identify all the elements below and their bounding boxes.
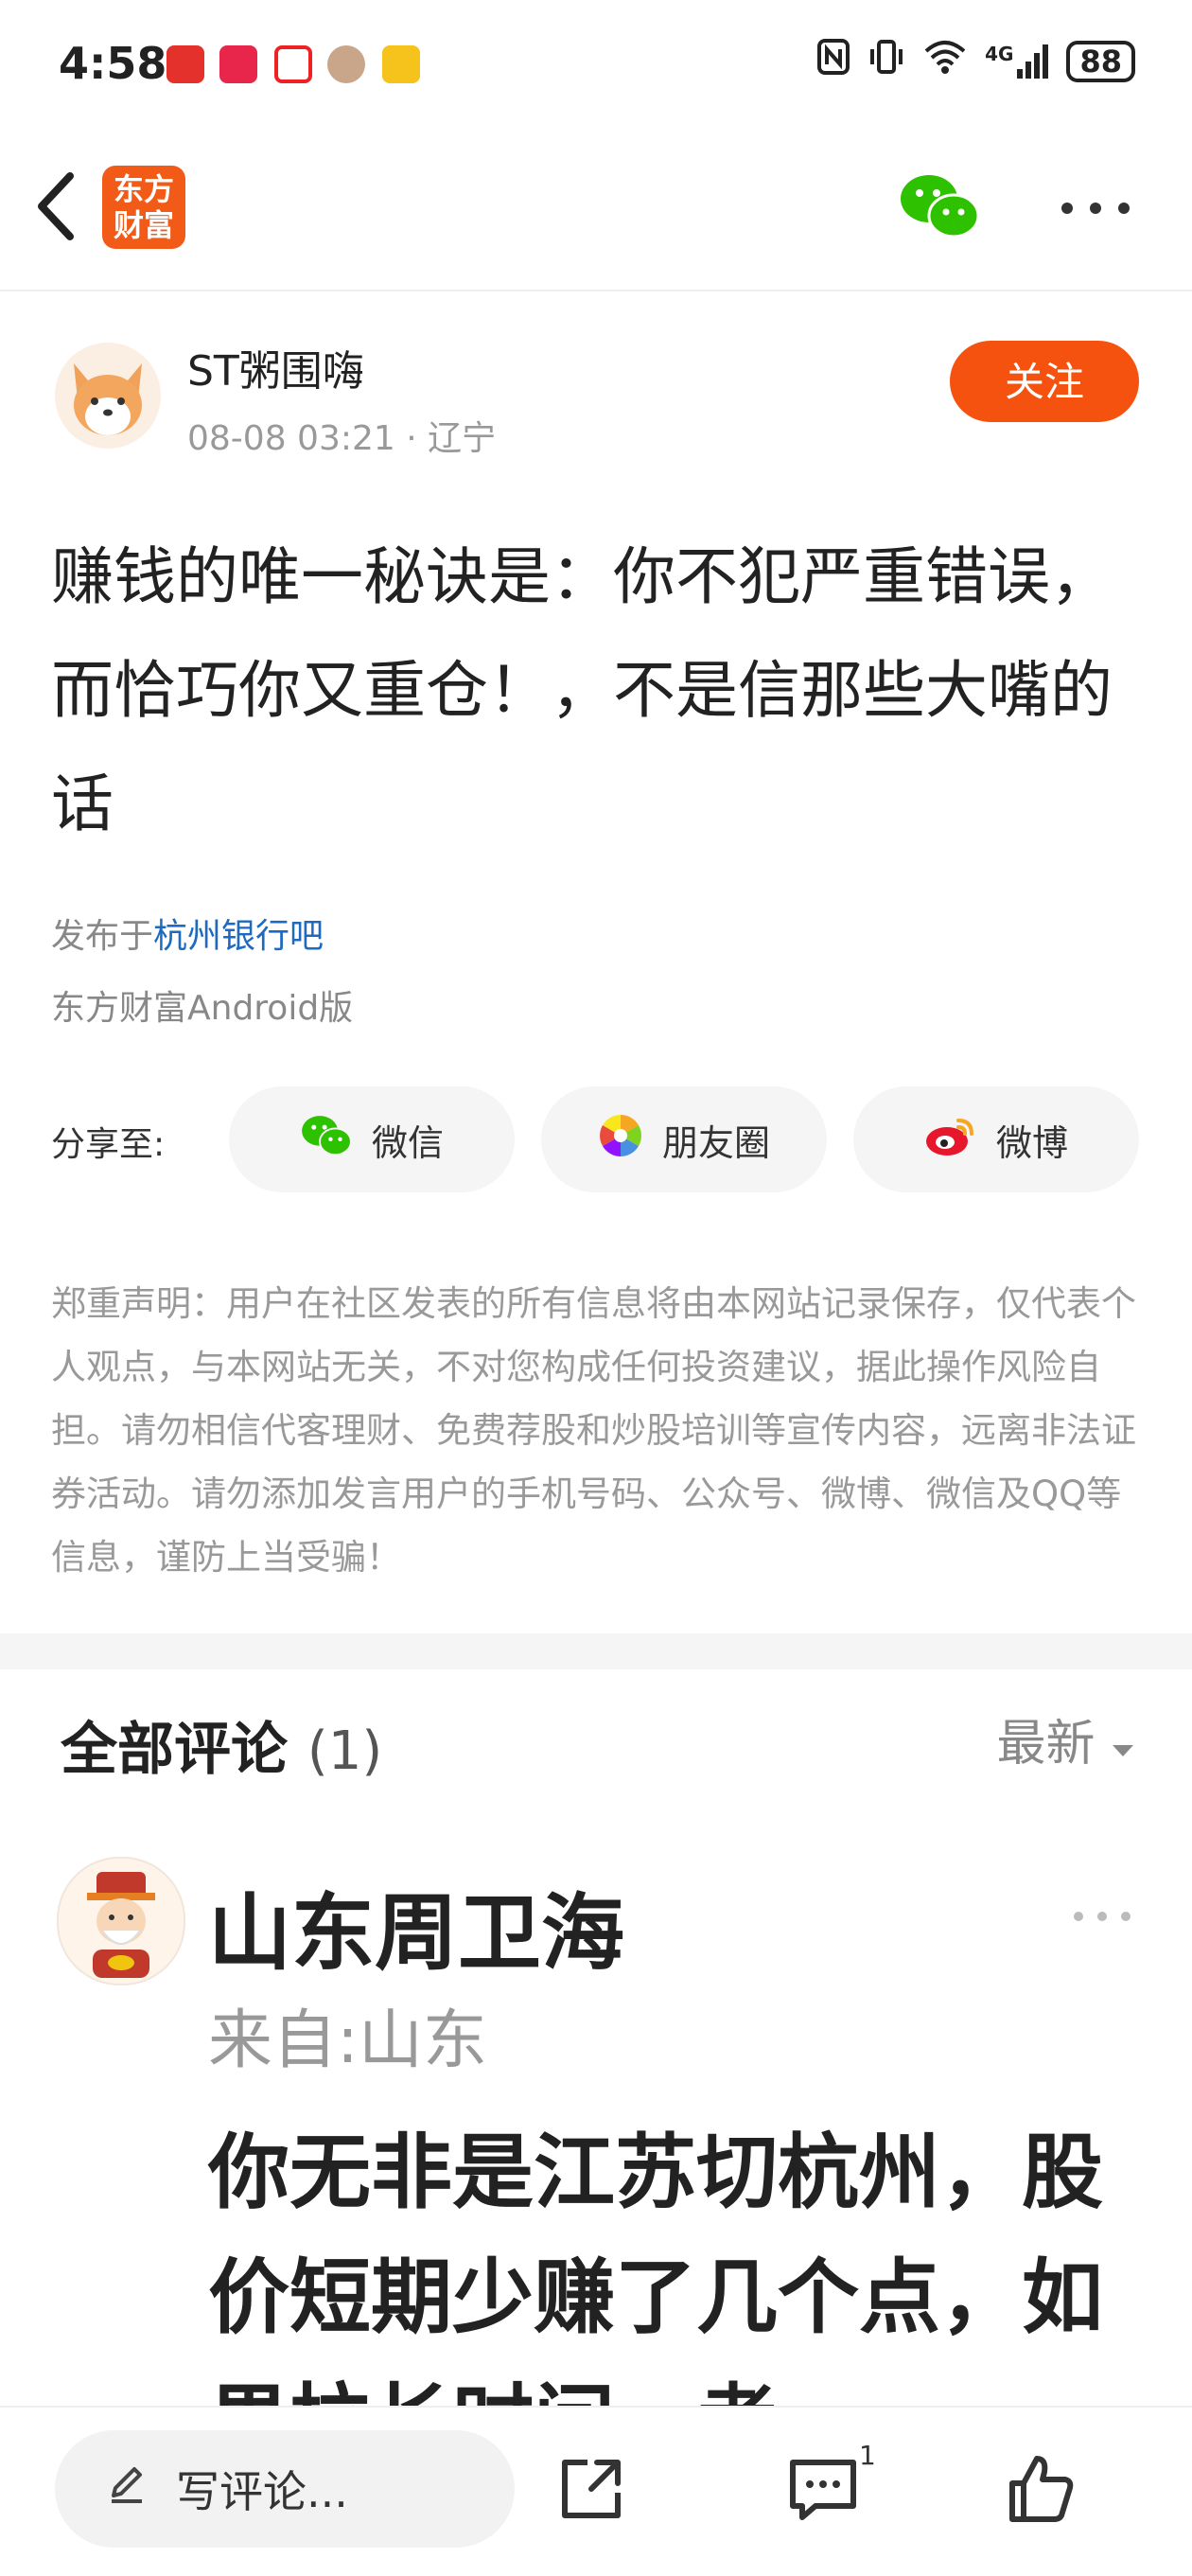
caret-down-icon — [1111, 1716, 1135, 1773]
comments-count: (1) — [307, 1720, 383, 1782]
hongbao-app-icon — [219, 45, 257, 83]
status-icons: 4G 88 — [816, 38, 1135, 84]
video-app-icon — [274, 45, 312, 83]
published-in: 发布于杭州银行吧 — [51, 909, 324, 958]
logo-text-line1: 东方 — [113, 171, 174, 207]
write-comment-input[interactable]: 写评论... — [55, 2430, 515, 2548]
comment-location: 来自:山东 — [208, 2003, 487, 2078]
sort-label: 最新 — [996, 1716, 1096, 1773]
post-meta: 08-08 03:21 · 辽宁 — [187, 419, 497, 458]
wechat-icon — [300, 1113, 353, 1167]
share-moments-button[interactable]: 朋友圈 — [541, 1086, 827, 1192]
share-out-icon[interactable] — [553, 2451, 629, 2527]
more-icon[interactable] — [1058, 189, 1133, 227]
comment-username[interactable]: 山东周卫海 — [208, 1866, 624, 1986]
comment-icon[interactable] — [785, 2451, 861, 2527]
comment-count-badge: 1 — [859, 2440, 876, 2471]
comment-avatar[interactable] — [57, 1857, 185, 1985]
share-weibo-button[interactable]: 微博 — [853, 1086, 1139, 1192]
share-wechat-button[interactable]: 微信 — [229, 1086, 515, 1192]
post-content: 赚钱的唯一秘诀是：你不犯严重错误，而恰巧你又重仓！，不是信那些大嘴的话 — [51, 540, 1113, 840]
status-time: 4:58 — [59, 38, 167, 89]
app-logo: 东方 财富 — [102, 166, 185, 249]
stock-app-icon — [167, 45, 204, 83]
battery-icon: 88 — [1066, 40, 1135, 82]
write-comment-placeholder: 写评论... — [176, 2466, 348, 2517]
comments-title: 全部评论 (1) — [61, 1703, 382, 1786]
like-icon[interactable] — [1003, 2451, 1078, 2527]
logo-text-line2: 财富 — [113, 207, 174, 243]
author-avatar[interactable] — [55, 343, 161, 449]
network-type: 4G — [985, 42, 1014, 65]
weibo-icon — [924, 1113, 977, 1167]
share-weibo-label: 微博 — [995, 1121, 1068, 1164]
nfc-icon — [816, 38, 850, 84]
comment-more-icon[interactable] — [1069, 1902, 1135, 1931]
moments-icon — [598, 1113, 643, 1167]
published-prefix: 发布于 — [51, 917, 154, 956]
share-wechat-label: 微信 — [371, 1121, 444, 1164]
follow-button[interactable]: 关注 — [950, 341, 1139, 422]
post-platform: 东方财富Android版 — [51, 989, 354, 1028]
wifi-icon — [922, 38, 968, 84]
pencil-icon — [106, 2463, 148, 2515]
vibrate-icon — [868, 38, 905, 84]
signal-icon: 4G — [985, 43, 1049, 80]
stock-bar-link[interactable]: 杭州银行吧 — [153, 917, 324, 956]
share-label: 分享至: — [51, 1125, 166, 1164]
weibo-app-icon — [382, 45, 420, 83]
share-moments-label: 朋友圈 — [661, 1121, 770, 1164]
avatar-app-icon — [327, 45, 365, 83]
section-divider — [0, 1633, 1192, 1669]
comments-title-label: 全部评论 — [61, 1717, 288, 1783]
sort-dropdown[interactable]: 最新 — [996, 1703, 1135, 1774]
disclaimer-text: 郑重声明：用户在社区发表的所有信息将由本网站记录保存，仅代表个人观点，与本网站无… — [51, 1283, 1136, 1578]
wechat-icon[interactable] — [899, 170, 980, 242]
author-name[interactable]: ST粥围嗨 — [187, 337, 364, 397]
back-icon[interactable] — [28, 168, 85, 244]
